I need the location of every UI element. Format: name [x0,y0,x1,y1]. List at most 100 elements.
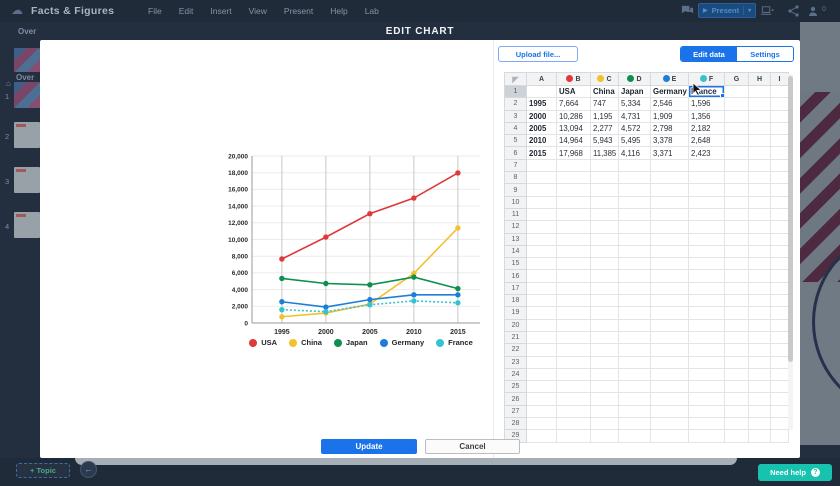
cell-D15[interactable] [619,258,651,270]
cell-H24[interactable] [749,368,771,380]
cell-F10[interactable] [689,196,725,208]
cell-B11[interactable] [557,208,591,220]
cell-I2[interactable] [771,98,789,110]
cell-F29[interactable] [689,430,725,442]
cell-G20[interactable] [725,319,749,331]
cell-H17[interactable] [749,282,771,294]
cell-G1[interactable] [725,86,749,98]
cell-A19[interactable] [527,307,557,319]
cell-F17[interactable] [689,282,725,294]
menu-item-file[interactable]: File [148,6,162,16]
cell-D7[interactable] [619,159,651,171]
cell-F26[interactable] [689,393,725,405]
row-header-18[interactable]: 18 [505,295,527,307]
cell-E11[interactable] [651,208,689,220]
cell-A12[interactable] [527,221,557,233]
slide-thumbnail-1[interactable] [14,82,40,108]
col-header-C[interactable]: C [591,73,619,86]
cell-F15[interactable] [689,258,725,270]
cell-G16[interactable] [725,270,749,282]
cell-I23[interactable] [771,356,789,368]
cell-G13[interactable] [725,233,749,245]
cell-I17[interactable] [771,282,789,294]
cell-A26[interactable] [527,393,557,405]
cell-C18[interactable] [591,295,619,307]
cell-H25[interactable] [749,381,771,393]
menu-item-insert[interactable]: Insert [210,6,231,16]
cell-D1[interactable]: Japan [619,86,651,98]
cell-C8[interactable] [591,172,619,184]
cell-D24[interactable] [619,368,651,380]
cell-A27[interactable] [527,405,557,417]
col-header-I[interactable]: I [771,73,789,86]
cell-B2[interactable]: 7,664 [557,98,591,110]
cell-D3[interactable]: 4,731 [619,110,651,122]
cell-E14[interactable] [651,245,689,257]
cell-E21[interactable] [651,331,689,343]
cell-C5[interactable]: 5,943 [591,135,619,147]
col-header-H[interactable]: H [749,73,771,86]
cell-G15[interactable] [725,258,749,270]
cell-H8[interactable] [749,172,771,184]
cell-B8[interactable] [557,172,591,184]
cell-F27[interactable] [689,405,725,417]
cell-I12[interactable] [771,221,789,233]
cell-A29[interactable] [527,430,557,442]
cell-E19[interactable] [651,307,689,319]
cell-C1[interactable]: China [591,86,619,98]
cell-H3[interactable] [749,110,771,122]
menu-item-present[interactable]: Present [284,6,313,16]
row-header-8[interactable]: 8 [505,172,527,184]
cell-A9[interactable] [527,184,557,196]
cell-G29[interactable] [725,430,749,442]
cell-F19[interactable] [689,307,725,319]
need-help-button[interactable]: Need help ? [758,464,832,481]
comments-icon[interactable] [681,4,694,22]
row-header-20[interactable]: 20 [505,319,527,331]
cell-F5[interactable]: 2,648 [689,135,725,147]
cell-E7[interactable] [651,159,689,171]
cell-F18[interactable] [689,295,725,307]
cell-B16[interactable] [557,270,591,282]
cell-H1[interactable] [749,86,771,98]
row-header-5[interactable]: 5 [505,135,527,147]
cell-F3[interactable]: 1,356 [689,110,725,122]
cell-I14[interactable] [771,245,789,257]
tab-settings[interactable]: Settings [737,47,793,61]
cell-C3[interactable]: 1,195 [591,110,619,122]
cell-I16[interactable] [771,270,789,282]
cell-D9[interactable] [619,184,651,196]
cell-B23[interactable] [557,356,591,368]
cell-D28[interactable] [619,418,651,430]
cell-G2[interactable] [725,98,749,110]
cell-C13[interactable] [591,233,619,245]
row-header-4[interactable]: 4 [505,122,527,134]
cell-C16[interactable] [591,270,619,282]
cell-C25[interactable] [591,381,619,393]
cell-D8[interactable] [619,172,651,184]
cell-H5[interactable] [749,135,771,147]
cell-D26[interactable] [619,393,651,405]
cell-I26[interactable] [771,393,789,405]
cell-F7[interactable] [689,159,725,171]
col-header-G[interactable]: G [725,73,749,86]
row-header-28[interactable]: 28 [505,418,527,430]
cell-I3[interactable] [771,110,789,122]
cell-E10[interactable] [651,196,689,208]
cell-B29[interactable] [557,430,591,442]
upload-file-button[interactable]: Upload file... [498,46,578,62]
cell-B25[interactable] [557,381,591,393]
cell-H7[interactable] [749,159,771,171]
cell-G17[interactable] [725,282,749,294]
cell-C12[interactable] [591,221,619,233]
cell-C15[interactable] [591,258,619,270]
cell-H22[interactable] [749,344,771,356]
cell-B14[interactable] [557,245,591,257]
cell-F28[interactable] [689,418,725,430]
cell-A11[interactable] [527,208,557,220]
cell-I6[interactable] [771,147,789,159]
sheet-scrollbar-thumb[interactable] [788,76,793,362]
cell-I20[interactable] [771,319,789,331]
cell-G4[interactable] [725,122,749,134]
cell-I15[interactable] [771,258,789,270]
